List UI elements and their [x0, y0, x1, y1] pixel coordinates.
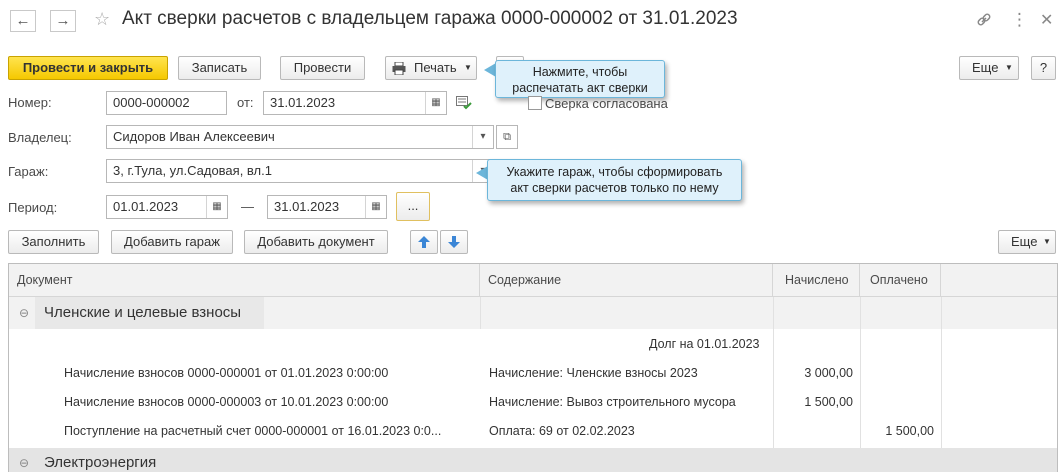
reconciled-label: Сверка согласована: [545, 96, 668, 111]
reconciled-checkbox[interactable]: [528, 96, 542, 110]
period-from-calendar-icon[interactable]: ▦: [206, 196, 227, 218]
print-dropdown-icon: ▼: [464, 63, 472, 72]
reconcile-status-icon[interactable]: [456, 96, 472, 110]
table-group-row[interactable]: ⊖ Электроэнергия: [9, 448, 1057, 472]
period-dash: —: [241, 199, 254, 214]
period-from-value: 01.01.2023: [113, 199, 179, 214]
table-more-button[interactable]: Еще ▼: [998, 230, 1056, 254]
favorite-star-icon[interactable]: ☆: [94, 9, 110, 30]
debt-label: Долг на 01.01.2023: [649, 337, 760, 351]
header-charged[interactable]: Начислено: [773, 264, 860, 296]
collapse-icon[interactable]: ⊖: [19, 448, 29, 472]
period-label: Период:: [8, 200, 58, 215]
period-select-button[interactable]: ...: [396, 192, 430, 221]
page-title: Акт сверки расчетов с владельцем гаража …: [122, 8, 738, 29]
close-icon[interactable]: ✕: [1040, 10, 1053, 30]
row-charged: 3 000,00: [804, 366, 853, 380]
more-button[interactable]: Еще ▼: [959, 56, 1019, 80]
move-down-button[interactable]: [440, 230, 468, 254]
fill-button[interactable]: Заполнить: [8, 230, 99, 254]
arrow-down-icon: [448, 236, 460, 248]
table-group-row[interactable]: ⊖ Членские и целевые взносы: [9, 297, 1057, 329]
period-to-calendar-icon[interactable]: ▦: [365, 196, 386, 218]
calendar-icon[interactable]: ▦: [425, 92, 446, 114]
row-charged: 1 500,00: [804, 395, 853, 409]
table-row[interactable]: Поступление на расчетный счет 0000-00000…: [9, 417, 1057, 446]
owner-label: Владелец:: [8, 130, 72, 145]
period-to-value: 31.01.2023: [274, 199, 340, 214]
column-divider: [480, 297, 481, 329]
reconciliation-table[interactable]: Документ Содержание Начислено Оплачено ⊖…: [8, 263, 1058, 472]
post-button[interactable]: Провести: [280, 56, 365, 80]
print-button[interactable]: Печать ▼: [385, 56, 477, 80]
period-to-field[interactable]: 31.01.2023 ▦: [267, 195, 387, 219]
row-document: Начисление взносов 0000-000003 от 10.01.…: [64, 395, 389, 409]
column-divider: [941, 297, 942, 448]
table-row[interactable]: Начисление взносов 0000-000001 от 01.01.…: [9, 359, 1057, 388]
garage-tooltip: Укажите гараж, чтобы сформировать акт св…: [487, 159, 742, 201]
group-title: Электроэнергия: [44, 454, 157, 471]
add-garage-button[interactable]: Добавить гараж: [111, 230, 233, 254]
move-up-button[interactable]: [410, 230, 438, 254]
garage-label: Гараж:: [8, 164, 49, 179]
owner-open-icon[interactable]: ⧉: [496, 125, 518, 149]
table-header: Документ Содержание Начислено Оплачено: [9, 264, 1057, 297]
row-paid: 1 500,00: [885, 424, 934, 438]
debt-row[interactable]: Долг на 01.01.2023: [9, 330, 1057, 359]
printer-icon: [392, 62, 406, 75]
column-divider: [773, 297, 774, 448]
garage-value: 3, г.Тула, ул.Садовая, вл.1: [113, 163, 272, 178]
table-row[interactable]: Начисление взносов 0000-000003 от 10.01.…: [9, 388, 1057, 417]
row-document: Начисление взносов 0000-000001 от 01.01.…: [64, 366, 389, 380]
number-label: Номер:: [8, 95, 52, 110]
garage-field[interactable]: 3, г.Тула, ул.Садовая, вл.1 ▾: [106, 159, 494, 183]
help-button[interactable]: ?: [1031, 56, 1056, 80]
period-from-field[interactable]: 01.01.2023 ▦: [106, 195, 228, 219]
more-label: Еще: [972, 60, 999, 75]
header-paid[interactable]: Оплачено: [860, 264, 941, 296]
table-more-label: Еще: [1011, 234, 1038, 249]
save-button[interactable]: Записать: [178, 56, 261, 80]
row-document: Поступление на расчетный счет 0000-00000…: [64, 424, 442, 438]
link-icon[interactable]: [976, 12, 992, 28]
date-field[interactable]: 31.01.2023 ▦: [263, 91, 447, 115]
header-document[interactable]: Документ: [9, 264, 480, 296]
row-content: Начисление: Членские взносы 2023: [489, 366, 698, 380]
date-value: 31.01.2023: [270, 95, 336, 110]
group-title: Членские и целевые взносы: [35, 297, 264, 329]
more-dropdown-icon: ▼: [1005, 63, 1013, 72]
back-button[interactable]: ←: [10, 10, 36, 32]
arrow-up-icon: [418, 236, 430, 248]
forward-button[interactable]: →: [50, 10, 76, 32]
column-divider: [860, 297, 861, 448]
collapse-icon[interactable]: ⊖: [19, 297, 29, 329]
print-label: Печать: [414, 60, 457, 75]
row-content: Оплата: 69 от 02.02.2023: [489, 424, 635, 438]
owner-value: Сидоров Иван Алексеевич: [113, 129, 275, 144]
print-tooltip: Нажмите, чтобы распечатать акт сверки: [495, 60, 665, 98]
add-document-button[interactable]: Добавить документ: [244, 230, 388, 254]
post-and-close-button[interactable]: Провести и закрыть: [8, 56, 168, 80]
more-menu-icon[interactable]: ⋮: [1011, 10, 1028, 30]
table-more-dropdown-icon: ▼: [1043, 237, 1051, 246]
owner-field[interactable]: Сидоров Иван Алексеевич ▾: [106, 125, 494, 149]
row-content: Начисление: Вывоз строительного мусора: [489, 395, 736, 409]
number-field[interactable]: 0000-000002: [106, 91, 227, 115]
header-content[interactable]: Содержание: [480, 264, 773, 296]
owner-dropdown-icon[interactable]: ▾: [472, 126, 493, 148]
date-label: от:: [237, 95, 254, 110]
